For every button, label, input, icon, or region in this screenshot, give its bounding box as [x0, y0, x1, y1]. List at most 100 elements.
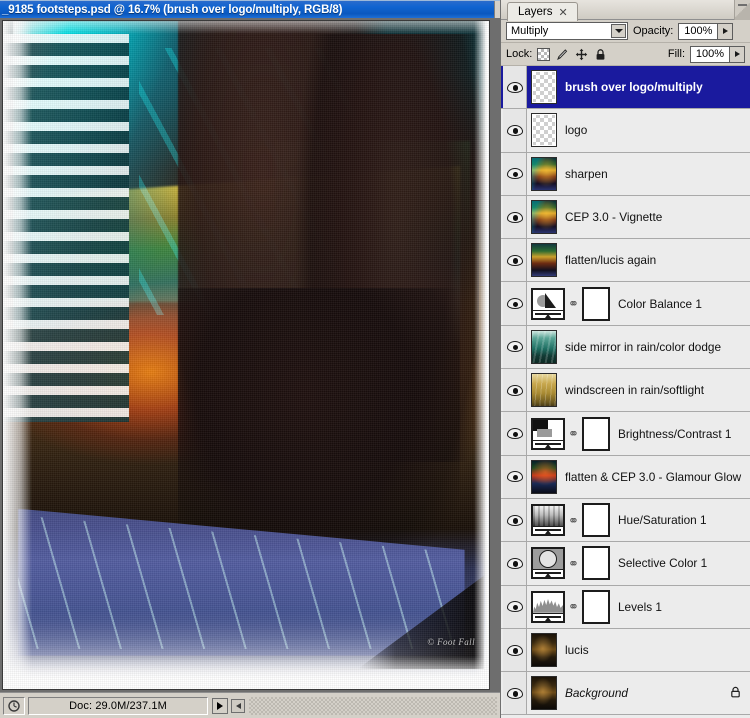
adjustment-thumbnail[interactable]: [531, 547, 565, 580]
thumbnail-image: [532, 157, 556, 190]
layer-name[interactable]: logo: [557, 123, 750, 137]
layer-thumbnails: [527, 329, 557, 364]
layer-mask-link-icon[interactable]: ⚭: [568, 599, 579, 615]
layer-name[interactable]: Levels 1: [610, 600, 750, 614]
opacity-input[interactable]: 100%: [678, 22, 719, 40]
layer-name[interactable]: flatten/lucis again: [557, 253, 750, 267]
layer-visibility-toggle[interactable]: [503, 282, 527, 325]
layer-name[interactable]: Selective Color 1: [610, 556, 750, 570]
layer-thumbnail[interactable]: [531, 373, 557, 408]
layer-visibility-toggle[interactable]: [503, 672, 527, 715]
layer-visibility-toggle[interactable]: [503, 109, 527, 152]
lock-all-padlock-icon[interactable]: [594, 48, 607, 61]
lock-position-move-icon[interactable]: [575, 48, 588, 61]
lock-transparency-icon[interactable]: [537, 47, 551, 61]
layer-visibility-toggle[interactable]: [503, 498, 527, 542]
layer-visibility-toggle[interactable]: [503, 239, 527, 282]
layer-row[interactable]: logo: [501, 109, 750, 153]
layer-mask-link-icon[interactable]: ⚭: [568, 555, 579, 571]
chevron-down-icon[interactable]: [611, 24, 626, 38]
thumbnail-image: [532, 374, 556, 407]
panel-menu-icon[interactable]: [734, 0, 750, 20]
document-window: _9185 footsteps.psd @ 16.7% (brush over …: [0, 0, 500, 718]
layer-visibility-toggle[interactable]: [503, 412, 527, 455]
layer-thumbnail[interactable]: [531, 329, 557, 364]
layer-name[interactable]: Brightness/Contrast 1: [610, 427, 750, 441]
layer-row[interactable]: lucis: [501, 628, 750, 673]
layer-row[interactable]: ⚭ Hue/Saturation 1: [501, 498, 750, 543]
layer-name[interactable]: lucis: [557, 643, 750, 657]
opacity-label: Opacity:: [633, 25, 674, 37]
layer-row[interactable]: ⚭ Selective Color 1: [501, 542, 750, 586]
layer-thumbnail[interactable]: [531, 243, 557, 278]
layer-name[interactable]: Background: [557, 686, 730, 700]
layer-visibility-toggle[interactable]: [503, 152, 527, 195]
layer-thumbnail[interactable]: [531, 459, 557, 494]
layer-mask-thumbnail[interactable]: [582, 416, 610, 451]
layer-row[interactable]: Background: [501, 672, 750, 716]
layer-thumbnail[interactable]: [531, 200, 557, 235]
tab-layers[interactable]: Layers ✕: [507, 2, 578, 21]
close-icon[interactable]: ✕: [559, 6, 568, 19]
layer-visibility-toggle[interactable]: [503, 369, 527, 412]
layer-mask-link-icon[interactable]: ⚭: [568, 512, 579, 528]
layer-name[interactable]: flatten & CEP 3.0 - Glamour Glow: [557, 470, 750, 484]
adjustment-thumbnail[interactable]: [531, 590, 565, 623]
layer-visibility-toggle[interactable]: [503, 455, 527, 498]
layer-thumbnails: [527, 459, 557, 494]
layer-thumbnails: ⚭: [527, 589, 610, 624]
layer-name[interactable]: side mirror in rain/color dodge: [557, 340, 750, 354]
layer-thumbnail[interactable]: [531, 633, 557, 667]
play-triangle-icon[interactable]: [212, 697, 228, 714]
layer-row[interactable]: ⚭ Color Balance 1: [501, 282, 750, 326]
adjustment-thumbnail[interactable]: [531, 504, 565, 537]
layer-row[interactable]: windscreen in rain/softlight: [501, 369, 750, 413]
canvas-area[interactable]: © Foot Fall: [0, 18, 500, 692]
layer-row[interactable]: ⚭ Levels 1: [501, 585, 750, 629]
layer-name[interactable]: Hue/Saturation 1: [610, 513, 750, 527]
layer-visibility-toggle[interactable]: [503, 585, 527, 628]
layer-mask-link-icon[interactable]: ⚭: [568, 296, 579, 312]
fill-stepper[interactable]: [730, 45, 745, 63]
layer-row[interactable]: CEP 3.0 - Vignette: [501, 195, 750, 240]
layer-row[interactable]: flatten/lucis again: [501, 239, 750, 283]
layer-row[interactable]: brush over logo/multiply: [501, 66, 750, 110]
document-titlebar[interactable]: _9185 footsteps.psd @ 16.7% (brush over …: [0, 0, 500, 18]
layer-name[interactable]: brush over logo/multiply: [557, 80, 750, 94]
clock-icon[interactable]: [3, 696, 25, 715]
lock-image-brush-icon[interactable]: [556, 48, 569, 61]
blend-mode-select[interactable]: Multiply: [506, 22, 628, 40]
back-arrow-icon[interactable]: [231, 698, 245, 713]
layer-mask-link-icon[interactable]: ⚭: [568, 426, 579, 442]
layer-visibility-toggle[interactable]: [503, 195, 527, 239]
layer-thumbnail[interactable]: [531, 676, 557, 711]
layer-name[interactable]: Color Balance 1: [610, 297, 750, 311]
fill-input[interactable]: 100%: [690, 45, 730, 63]
layer-visibility-toggle[interactable]: [503, 628, 527, 672]
layer-name[interactable]: CEP 3.0 - Vignette: [557, 210, 750, 224]
layer-visibility-toggle[interactable]: [503, 542, 527, 585]
layer-list[interactable]: brush over logo/multiply logo sharpen CEP 3…: [501, 66, 750, 718]
layer-thumbnail[interactable]: [531, 156, 557, 191]
eye-icon: [506, 384, 523, 396]
layer-name[interactable]: sharpen: [557, 167, 750, 181]
layer-visibility-toggle[interactable]: [503, 66, 527, 109]
canvas-viewport[interactable]: © Foot Fall: [2, 20, 490, 690]
layer-thumbnails: [527, 200, 557, 235]
layer-mask-thumbnail[interactable]: [582, 286, 610, 321]
layer-mask-thumbnail[interactable]: [582, 546, 610, 581]
layer-thumbnail[interactable]: [531, 113, 557, 148]
layer-row[interactable]: side mirror in rain/color dodge: [501, 325, 750, 370]
layer-mask-thumbnail[interactable]: [582, 503, 610, 538]
lock-label: Lock:: [506, 48, 533, 60]
layer-name[interactable]: windscreen in rain/softlight: [557, 383, 750, 397]
opacity-stepper[interactable]: [718, 22, 734, 40]
layer-thumbnail[interactable]: [531, 70, 557, 105]
layer-row[interactable]: flatten & CEP 3.0 - Glamour Glow: [501, 455, 750, 499]
layer-row[interactable]: sharpen: [501, 152, 750, 196]
layer-visibility-toggle[interactable]: [503, 325, 527, 369]
adjustment-thumbnail[interactable]: [531, 417, 565, 450]
adjustment-thumbnail[interactable]: [531, 287, 565, 320]
layer-mask-thumbnail[interactable]: [582, 589, 610, 624]
layer-row[interactable]: ⚭ Brightness/Contrast 1: [501, 412, 750, 456]
